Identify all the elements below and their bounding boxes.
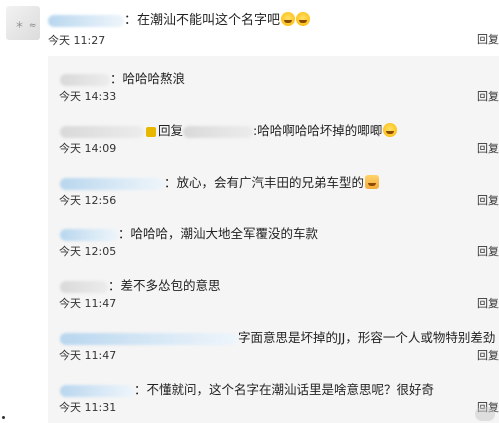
username-blurred[interactable]	[60, 177, 164, 190]
reply-button[interactable]: 回复	[477, 88, 499, 104]
reply-prefix: 回复	[158, 123, 184, 138]
username-blurred[interactable]	[60, 125, 144, 138]
main-comment-line: ：在潮汕不能叫这个名字吧	[48, 9, 311, 28]
reply-line: ：差不多怂包的意思	[60, 275, 221, 294]
badge-icon	[146, 126, 156, 137]
username-blurred[interactable]	[60, 332, 238, 345]
reply-time: 今天 12:56	[59, 194, 117, 207]
main-comment-time: 今天 11:27	[48, 34, 106, 47]
username-blurred[interactable]	[48, 14, 124, 27]
reply-text: ：差不多怂包的意思	[108, 278, 221, 293]
username-blurred[interactable]	[60, 73, 110, 86]
reply-time: 今天 11:47	[59, 349, 117, 362]
username-blurred[interactable]	[60, 384, 134, 397]
reply-button[interactable]: 回复	[477, 295, 499, 311]
username-blurred[interactable]	[183, 125, 254, 138]
reply-item: ：哈哈哈，潮汕大地全军覆没的车款 今天 12:05 回复	[48, 215, 499, 260]
reply-item: ：放心，会有广汽丰田的兄弟车型的 今天 12:56 回复	[48, 164, 499, 209]
reply-line: ：哈哈哈熬浪	[60, 68, 185, 87]
reply-item: 回复 :哈哈啊哈哈坏掉的唧唧 今天 14:09 回复	[48, 112, 499, 157]
reply-text: ：哈哈哈，潮汕大地全军覆没的车款	[118, 226, 319, 241]
reply-time: 今天 12:05	[59, 245, 117, 258]
reply-item: ：哈哈哈熬浪 今天 14:33 回复	[48, 60, 499, 105]
reply-text: ：放心，会有广汽丰田的兄弟车型的	[164, 175, 365, 190]
watermark-icon	[475, 407, 495, 421]
reply-item: ：差不多怂包的意思 今天 11:47 回复	[48, 267, 499, 312]
reply-item: ：不懂就问，这个名字在潮汕话里是啥意思呢？很好奇 今天 11:31 回复	[48, 371, 499, 416]
reply-line: ：哈哈哈，潮汕大地全军覆没的车款	[60, 223, 318, 242]
laughing-face-emoji-icon	[281, 12, 296, 26]
reply-button[interactable]: 回复	[477, 347, 499, 363]
main-comment-text: ：在潮汕不能叫这个名字吧	[124, 13, 281, 28]
reply-line: ：不懂就问，这个名字在潮汕话里是啥意思呢？很好奇	[60, 379, 434, 398]
reply-text: :哈哈啊哈哈坏掉的唧唧	[253, 123, 383, 138]
reply-item: 字面意思是坏掉的JJ，形容一个人或物特别差劲 今天 11:47 回复	[48, 319, 499, 364]
bullet-dot	[2, 416, 5, 419]
reply-line: 字面意思是坏掉的JJ，形容一个人或物特别差劲	[60, 327, 495, 346]
reply-text: 字面意思是坏掉的JJ，形容一个人或物特别差劲	[238, 330, 496, 345]
reply-time: 今天 14:09	[59, 142, 117, 155]
username-blurred[interactable]	[60, 280, 108, 293]
reply-time: 今天 14:33	[59, 90, 117, 103]
reply-button[interactable]: 回复	[477, 243, 499, 259]
username-blurred[interactable]	[60, 228, 118, 241]
reply-text: ：不懂就问，这个名字在潮汕话里是啥意思呢？很好奇	[134, 382, 435, 397]
reply-time: 今天 11:47	[59, 297, 117, 310]
fox-face-emoji-icon	[365, 175, 380, 189]
reply-time: 今天 11:31	[59, 401, 117, 414]
main-reply-button[interactable]: 回复	[477, 31, 499, 47]
avatar[interactable]: ＊ ≈	[6, 6, 40, 40]
reply-button[interactable]: 回复	[477, 140, 499, 156]
reply-line: 回复 :哈哈啊哈哈坏掉的唧唧	[60, 120, 398, 139]
reply-text: ：哈哈哈熬浪	[110, 71, 186, 86]
reply-button[interactable]: 回复	[477, 192, 499, 208]
laughing-face-emoji-icon	[383, 123, 398, 137]
laughing-face-emoji-icon	[296, 12, 311, 26]
main-comment: ＊ ≈ ：在潮汕不能叫这个名字吧 今天 11:27 回复	[0, 0, 499, 55]
reply-thread: ：哈哈哈熬浪 今天 14:33 回复 回复 :哈哈啊哈哈坏掉的唧唧 今天 14:0…	[48, 56, 499, 423]
reply-line: ：放心，会有广汽丰田的兄弟车型的	[60, 172, 380, 191]
